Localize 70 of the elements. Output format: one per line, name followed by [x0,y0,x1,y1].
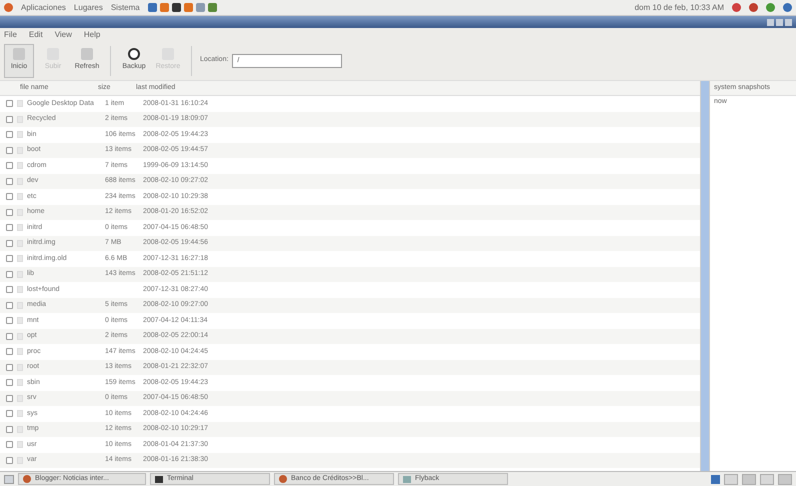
checkbox[interactable] [6,240,13,247]
file-icon [17,162,23,170]
checkbox[interactable] [6,317,13,324]
checkbox[interactable] [6,379,13,386]
checkbox[interactable] [6,193,13,200]
file-icon [17,332,23,340]
checkbox[interactable] [6,208,13,216]
checkbox[interactable] [6,364,13,371]
checkbox[interactable] [6,426,13,433]
workspace-icon[interactable] [711,474,720,484]
checkbox[interactable] [6,224,13,232]
checkbox[interactable] [6,286,13,294]
square-icon [81,48,93,60]
file-icon [17,270,23,278]
checkbox[interactable] [6,131,13,138]
workspace-switcher[interactable] [778,474,792,484]
file-icon [17,317,23,324]
menu-item[interactable]: View [54,28,72,40]
checkbox[interactable] [6,178,13,185]
checkbox[interactable] [6,348,13,356]
file-icon [17,100,23,108]
checkbox[interactable] [6,270,13,278]
workspace-switcher[interactable] [742,474,756,484]
file-icon [17,224,23,232]
terminal-icon [155,476,163,482]
file-icon [17,456,23,464]
checkbox[interactable] [6,146,13,154]
workspace-switcher[interactable] [760,474,774,484]
file-icon [17,193,23,200]
window-icon [403,476,411,482]
panel-menu[interactable]: Aplicaciones [21,2,66,14]
file-icon [17,286,23,294]
file-icon [17,379,23,386]
file-icon [17,410,23,418]
checkbox[interactable] [6,255,13,262]
file-icon [17,116,23,123]
workspace-switcher[interactable] [724,474,738,484]
checkbox[interactable] [6,162,13,170]
file-icon [17,302,23,309]
menu-item[interactable]: Help [84,28,100,40]
checkbox[interactable] [6,410,13,418]
file-icon [17,146,23,154]
menu-item[interactable]: Edit [28,28,43,40]
file-icon [17,178,23,185]
square-icon [13,48,25,60]
checkbox[interactable] [6,302,13,309]
minimize-icon[interactable] [767,18,774,26]
file-icon [17,255,23,262]
checkbox[interactable] [6,100,13,108]
file-icon [17,240,23,247]
clock[interactable]: dom 10 de feb, 10:33 AM [634,2,724,14]
file-icon [17,364,23,371]
file-icon [17,131,23,138]
menu-item[interactable]: File [4,28,17,40]
file-icon [17,441,23,448]
file-icon [17,426,23,433]
file-icon [17,348,23,356]
checkbox[interactable] [6,116,13,123]
file-icon [17,394,23,402]
panel-menu[interactable]: Lugares [74,2,103,14]
maximize-icon[interactable] [776,18,783,26]
desktop-icon[interactable] [4,474,14,484]
checkbox[interactable] [6,441,13,448]
scrollbar[interactable] [700,81,710,471]
file-icon [17,208,23,216]
checkbox[interactable] [6,456,13,464]
panel-menu[interactable]: Sistema [110,2,140,14]
checkbox[interactable] [6,394,13,402]
close-icon[interactable] [785,18,792,26]
checkbox[interactable] [6,332,13,340]
